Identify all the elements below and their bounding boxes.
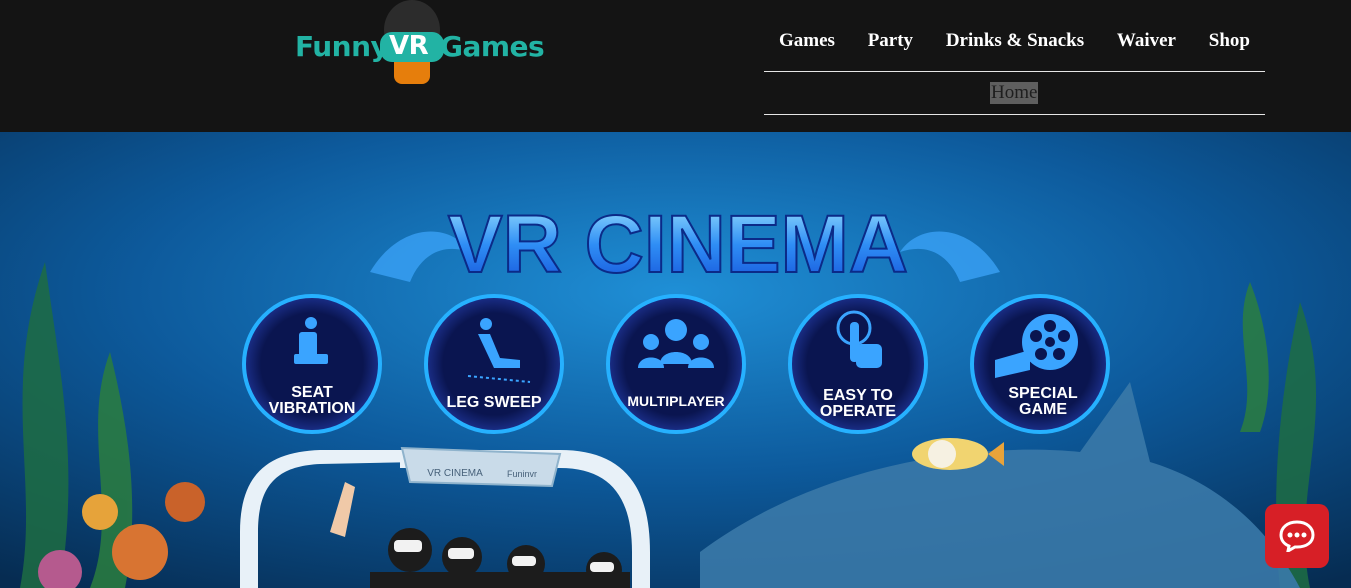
- hero-image: VR CINEMA SEAT VIBRATION LEG SWEEP MULTI…: [0, 132, 1351, 588]
- hero-title: VR CINEMA: [448, 199, 908, 290]
- feature-multiplayer-label: MULTIPLAYER: [627, 393, 724, 409]
- logo-text-vr: VR: [389, 31, 429, 61]
- nav-divider-bottom: [764, 114, 1265, 115]
- feature-easy-line1: EASY TO: [823, 387, 893, 404]
- nav-item-shop[interactable]: Shop: [1194, 30, 1265, 52]
- feature-seat-line2: VIBRATION: [269, 400, 356, 417]
- feature-easy-to-operate: EASY TO OPERATE: [788, 294, 928, 434]
- feature-special-line2: GAME: [1019, 401, 1067, 418]
- nav-item-drinks-snacks[interactable]: Drinks & Snacks: [931, 30, 1099, 52]
- site-header: Funny VR Games Games Party Drinks & Snac…: [0, 0, 1351, 132]
- feature-special-game: SPECIAL GAME: [970, 294, 1110, 434]
- feature-leg-sweep-label: LEG SWEEP: [446, 394, 541, 411]
- feature-seat-line1: SEAT: [291, 384, 333, 401]
- feature-special-line1: SPECIAL: [1008, 385, 1078, 402]
- feature-leg-sweep: LEG SWEEP: [424, 294, 564, 434]
- feature-seat-vibration: SEAT VIBRATION: [242, 294, 382, 434]
- hero-banner: VR CINEMA SEAT VIBRATION LEG SWEEP MULTI…: [0, 132, 1351, 588]
- main-navigation: Games Party Drinks & Snacks Waiver Shop …: [764, 22, 1265, 115]
- nav-item-games[interactable]: Games: [764, 30, 850, 52]
- machine-sign-text: VR CINEMA: [427, 468, 483, 479]
- chat-button[interactable]: [1265, 504, 1329, 568]
- site-logo[interactable]: Funny VR Games: [292, 0, 545, 90]
- chat-icon: [1279, 520, 1315, 552]
- logo-text-games: Games: [440, 30, 545, 63]
- feature-multiplayer: MULTIPLAYER: [606, 294, 746, 434]
- nav-item-home[interactable]: Home: [990, 82, 1039, 104]
- machine-brand-text: Funinvr: [507, 469, 537, 479]
- nav-divider-top: [764, 71, 1265, 72]
- feature-easy-line2: OPERATE: [820, 403, 896, 420]
- machine-sign: VR CINEMA Funinvr: [400, 446, 562, 488]
- logo-text-funny: Funny: [295, 30, 389, 63]
- nav-item-party[interactable]: Party: [853, 30, 928, 52]
- nav-item-waiver[interactable]: Waiver: [1102, 30, 1191, 52]
- nav-menu-row: Games Party Drinks & Snacks Waiver Shop: [764, 22, 1265, 60]
